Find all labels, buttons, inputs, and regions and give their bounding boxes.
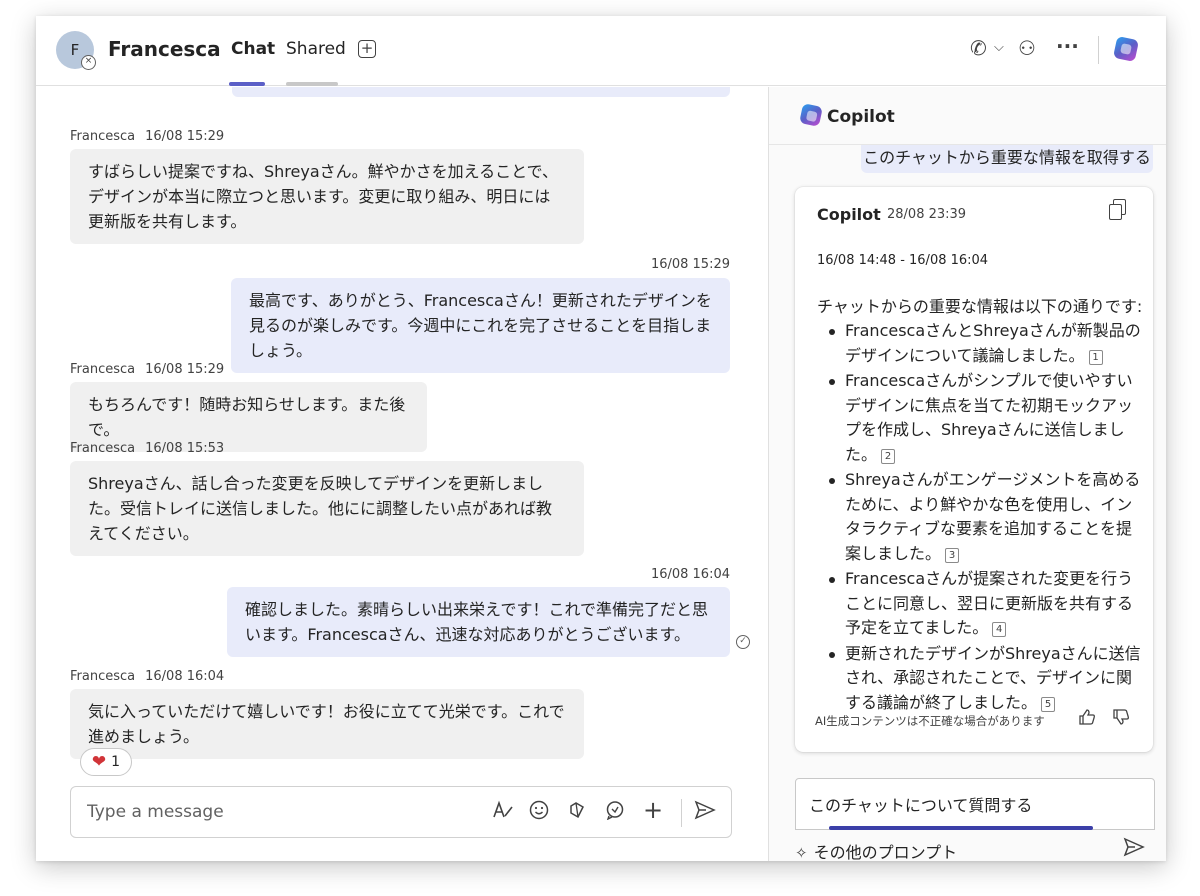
- copilot-sender: Copilot: [817, 205, 881, 224]
- tab-shared-indicator: [286, 82, 338, 86]
- call-icon[interactable]: ✆: [970, 36, 987, 60]
- message-sender: Francesca: [70, 669, 136, 684]
- message-sender: Francesca: [70, 129, 136, 144]
- copilot-pane-header: Copilot: [769, 87, 1166, 145]
- message-time: 16/08 15:29: [650, 257, 730, 272]
- message-meta: Francesca 16/08 15:29: [70, 129, 224, 144]
- copilot-input-focus-bar: [829, 826, 1093, 830]
- summary-item: Shreyaさんがエンゲージメントを高めるために、より鮮やかな色を使用し、インタ…: [817, 468, 1143, 566]
- message-sender: Francesca: [70, 362, 136, 377]
- composer-divider: [681, 799, 682, 827]
- sparkle-icon: ✧: [795, 844, 808, 861]
- chevron-down-icon[interactable]: ⌵: [994, 40, 1004, 55]
- copilot-response-card: Copilot 28/08 23:39 16/08 14:48 - 16/08 …: [795, 187, 1153, 752]
- add-icon[interactable]: +: [641, 796, 665, 824]
- reaction-count: 1: [111, 754, 121, 770]
- message-time: 16/08 16:04: [650, 567, 730, 582]
- copilot-user-prompt: このチャットから重要な情報を取得する: [861, 145, 1153, 173]
- presence-offline-icon: ×: [81, 55, 96, 70]
- message-time: 16/08 15:29: [145, 362, 225, 377]
- message-sender: Francesca: [70, 441, 136, 456]
- citation-badge[interactable]: 5: [1041, 696, 1056, 712]
- copilot-send-icon[interactable]: [1123, 837, 1145, 861]
- message-meta: Francesca 16/08 15:53: [70, 441, 224, 456]
- contact-name[interactable]: Francesca: [108, 37, 221, 61]
- message-time: 16/08 15:53: [145, 441, 225, 456]
- summary-item-text: 更新されたデザインがShreyaさんに送信され、承認されたことで、デザインに関す…: [845, 643, 1141, 712]
- summary-intro: チャットからの重要な情報は以下の通りです:: [817, 297, 1143, 316]
- ai-disclaimer: AI生成コンテンツは不正確な場合があります: [815, 714, 1045, 728]
- message-bubble-incoming[interactable]: すばらしい提案ですね、Shreyaさん。鮮やかさを加えることで、デザインが本当に…: [70, 149, 584, 244]
- copilot-input[interactable]: [797, 780, 1153, 828]
- tab-chat-indicator: [229, 82, 265, 86]
- header-divider: [1098, 36, 1099, 64]
- thumbs-up-icon[interactable]: [1078, 708, 1096, 730]
- summary-item: Francescaさんが提案された変更を行うことに同意し、翌日に更新版を共有する…: [817, 567, 1143, 641]
- copilot-chat-icon[interactable]: [603, 800, 627, 825]
- message-bubble-incoming[interactable]: 気に入っていただけて嬉しいです！お役に立てて光栄です。これで進めましょう。: [70, 689, 584, 759]
- more-options-icon[interactable]: ···: [1056, 34, 1079, 58]
- emoji-icon[interactable]: [527, 800, 551, 825]
- copilot-pane: Copilot このチャットから重要な情報を取得する Copilot 28/08…: [768, 87, 1166, 861]
- message-meta: Francesca 16/08 15:29: [70, 362, 224, 377]
- message-list[interactable]: Francesca 16/08 15:29 すばらしい提案ですね、Shreyaさん…: [36, 87, 768, 861]
- summary-date-range: 16/08 14:48 - 16/08 16:04: [817, 253, 989, 268]
- summary-item-text: Francescaさんが提案された変更を行うことに同意し、翌日に更新版を共有する…: [845, 569, 1134, 637]
- citation-badge[interactable]: 3: [945, 547, 960, 563]
- citation-badge[interactable]: 2: [881, 448, 896, 464]
- heart-icon: ❤: [91, 752, 107, 772]
- tab-chat[interactable]: Chat: [231, 39, 275, 59]
- loop-icon[interactable]: [565, 800, 589, 825]
- heart-reaction[interactable]: ❤ 1: [80, 748, 132, 776]
- copilot-input-box: [795, 778, 1155, 830]
- copilot-response-time: 28/08 23:39: [887, 207, 967, 222]
- more-prompts-button[interactable]: ✧ その他のプロンプト: [795, 839, 957, 861]
- previous-message-bubble: [232, 87, 730, 97]
- format-icon[interactable]: [491, 800, 515, 825]
- message-bubble-incoming[interactable]: Shreyaさん、話し合った変更を反映してデザインを更新しました。受信トレイに送…: [70, 461, 584, 556]
- message-composer: +: [70, 786, 732, 838]
- send-icon[interactable]: [693, 800, 717, 825]
- summary-list: FrancescaさんとShreyaさんが新製品のデザインについて議論しました。…: [817, 319, 1143, 716]
- message-bubble-outgoing[interactable]: 最高です、ありがとう、Francescaさん！更新されたデザインを見るのが楽しみ…: [231, 278, 730, 373]
- copilot-toggle-icon[interactable]: [1112, 35, 1140, 63]
- citation-badge[interactable]: 1: [1088, 349, 1103, 365]
- people-icon[interactable]: ⚇: [1018, 36, 1036, 60]
- summary-item: FrancescaさんとShreyaさんが新製品のデザインについて議論しました。…: [817, 319, 1143, 368]
- summary-item: 更新されたデザインがShreyaさんに送信され、承認されたことで、デザインに関す…: [817, 642, 1143, 716]
- citation-badge[interactable]: 4: [992, 622, 1007, 637]
- message-time: 16/08 16:04: [145, 669, 225, 684]
- teams-window: F × Francesca Chat Shared + ✆ ⌵ ⚇ ··· Fr…: [36, 16, 1166, 861]
- read-receipt-icon: ✓: [736, 635, 750, 649]
- tab-shared[interactable]: Shared: [286, 39, 346, 59]
- message-meta: Francesca 16/08 16:04: [70, 669, 224, 684]
- copilot-title: Copilot: [827, 107, 895, 127]
- message-input[interactable]: [72, 788, 472, 836]
- thumbs-down-icon[interactable]: [1112, 708, 1130, 730]
- copilot-logo-icon: [799, 103, 823, 127]
- summary-item: Francescaさんがシンプルで使いやすいデザインに焦点を当てた初期モックアッ…: [817, 369, 1143, 467]
- summary-item-text: Shreyaさんがエンゲージメントを高めるために、より鮮やかな色を使用し、インタ…: [845, 470, 1141, 563]
- message-bubble-outgoing[interactable]: 確認しました。素晴らしい出来栄えです！これで準備完了だと思います。Frances…: [227, 587, 730, 657]
- more-prompts-label: その他のプロンプト: [813, 843, 958, 861]
- add-tab-button[interactable]: +: [358, 40, 376, 58]
- copy-icon[interactable]: [1109, 199, 1127, 220]
- message-time: 16/08 15:29: [145, 129, 225, 144]
- chat-header: F × Francesca Chat Shared + ✆ ⌵ ⚇ ···: [36, 16, 1166, 86]
